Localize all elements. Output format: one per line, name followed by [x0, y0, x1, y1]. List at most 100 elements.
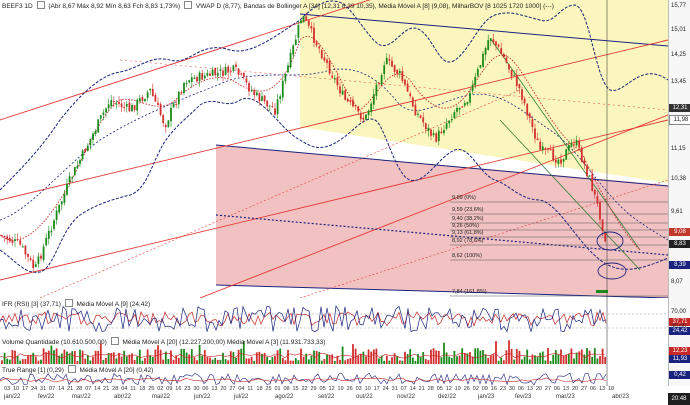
price-axis-label: 9,61 — [671, 209, 683, 215]
time-axis-day: 27 — [580, 386, 588, 392]
candle-body — [378, 82, 380, 84]
price-panel[interactable]: BEEF3 1D (Abr 8,67 Máx 8,92 Mín 8,63 Fch… — [0, 0, 668, 299]
time-axis-day: 12 — [328, 386, 335, 392]
volume-bar — [157, 345, 159, 364]
candle-body — [107, 104, 110, 109]
time-axis-day: 26 — [346, 386, 353, 392]
candle-body — [47, 230, 50, 239]
time-axis-day: 03 — [355, 386, 362, 392]
volume-bar — [580, 349, 583, 364]
volume-axis[interactable]: 12,23 11,93 — [668, 336, 690, 364]
tr-title: True Range [1] (0,29) Média Móvel A [20]… — [2, 365, 153, 374]
time-axis-day: 27 — [544, 386, 552, 392]
time-axis-day: 13 — [211, 386, 218, 392]
time-axis-day: 21 — [418, 386, 425, 392]
time-axis-month: nov/22 — [397, 394, 416, 400]
candle-body — [141, 96, 144, 101]
price-chart[interactable] — [0, 0, 668, 298]
volume-bar — [430, 349, 432, 364]
price-axis-label: 15,77 — [671, 3, 687, 9]
candle-body — [242, 72, 245, 78]
volume-bar — [229, 351, 232, 364]
candle-body — [201, 73, 204, 80]
volume-bar — [276, 350, 279, 364]
candle-body — [339, 86, 341, 94]
time-axis[interactable]: jan/22 fev/22 mar/22 abr/22 mai/22 jun/22 jul/… — [0, 386, 668, 405]
candle-body — [544, 148, 547, 150]
time-axis-month: ago/22 — [275, 394, 294, 400]
candle-body — [32, 259, 35, 269]
volume-bar — [66, 351, 68, 364]
candle-body — [469, 92, 471, 103]
time-axis-day: 03 — [4, 386, 11, 392]
candle-body — [112, 100, 115, 102]
true-range-panel[interactable]: True Range [1] (0,29) Média Móvel A [20]… — [0, 364, 668, 387]
volume-bar — [357, 355, 360, 364]
time-axis-day: 17 — [22, 386, 29, 392]
candle-body — [102, 112, 105, 115]
price-axis-label: 10,38 — [671, 176, 687, 182]
time-axis-day: 19 — [454, 386, 461, 392]
candle-body — [521, 89, 523, 100]
candle-body — [536, 138, 539, 141]
tr-axis[interactable]: 0,42 — [668, 364, 690, 386]
candle-body — [476, 68, 479, 76]
volume-bar — [557, 354, 560, 364]
volume-bar — [541, 351, 544, 364]
candle-body — [541, 146, 544, 151]
time-axis-day: 08 — [283, 386, 290, 392]
candle-body — [63, 193, 66, 203]
volume-bar — [149, 355, 152, 364]
candle-body — [136, 99, 139, 111]
volume-bar — [16, 355, 19, 364]
candle-body — [489, 38, 492, 41]
candle-body — [424, 123, 427, 130]
volume-bar — [393, 353, 396, 364]
ifr-title: IFR (RSI) [3] (37,71) Média Móvel A [9] … — [2, 299, 150, 308]
volume-bar — [68, 353, 71, 364]
tr-ma-label: Média Móvel A [20] (0,42) — [79, 367, 154, 374]
time-axis-day: 16 — [490, 386, 497, 392]
volume-bar — [203, 350, 206, 364]
candle-body — [313, 27, 315, 43]
volume-bar — [258, 351, 261, 364]
candle-body — [495, 41, 497, 46]
volume-bar — [367, 349, 370, 364]
time-axis-day: 15 — [292, 386, 299, 392]
volume-bar — [554, 350, 557, 364]
volume-bar — [437, 350, 440, 364]
candle-body — [16, 239, 19, 241]
price-axis[interactable]: 15,7715,0114,2513,4512,6911,9811,1510,38… — [668, 0, 690, 298]
settings-icon[interactable] — [64, 299, 73, 307]
volume-bar — [81, 350, 84, 364]
time-axis-day: 11 — [130, 386, 136, 392]
settings-icon[interactable] — [184, 1, 193, 9]
candle-body — [333, 78, 336, 80]
candle-body — [445, 123, 448, 129]
candle-body — [302, 16, 305, 23]
volume-bar — [341, 346, 344, 364]
fib-label: 9,40 (38,2%) — [452, 216, 484, 222]
candle-body — [466, 102, 469, 105]
time-axis-month: jul/22 — [234, 394, 249, 400]
candle-body — [427, 127, 430, 131]
volume-bar — [50, 345, 53, 364]
time-axis-day: 13 — [598, 386, 606, 392]
candle-body — [328, 60, 331, 74]
candle-body — [404, 79, 406, 85]
candle-body — [89, 138, 92, 146]
time-axis-day: 29 — [310, 386, 317, 392]
volume-bar — [154, 349, 157, 364]
candle-body — [432, 133, 435, 136]
settings-icon[interactable] — [110, 337, 119, 345]
settings-icon[interactable] — [67, 365, 76, 373]
candle-body — [81, 150, 84, 160]
volume-bar — [45, 352, 48, 364]
volume-bar — [458, 355, 461, 364]
settings-icon[interactable] — [36, 1, 45, 9]
volume-panel[interactable]: Volume Quantidade (10.610.500,00) Média … — [0, 336, 668, 365]
ifr-panel[interactable]: IFR (RSI) [3] (37,71) Média Móvel A [9] … — [0, 298, 668, 337]
ifr-axis[interactable]: 70,00 37,71 30,00 24,42 — [668, 298, 690, 336]
candle-body — [172, 103, 175, 108]
volume-bar — [448, 356, 451, 364]
